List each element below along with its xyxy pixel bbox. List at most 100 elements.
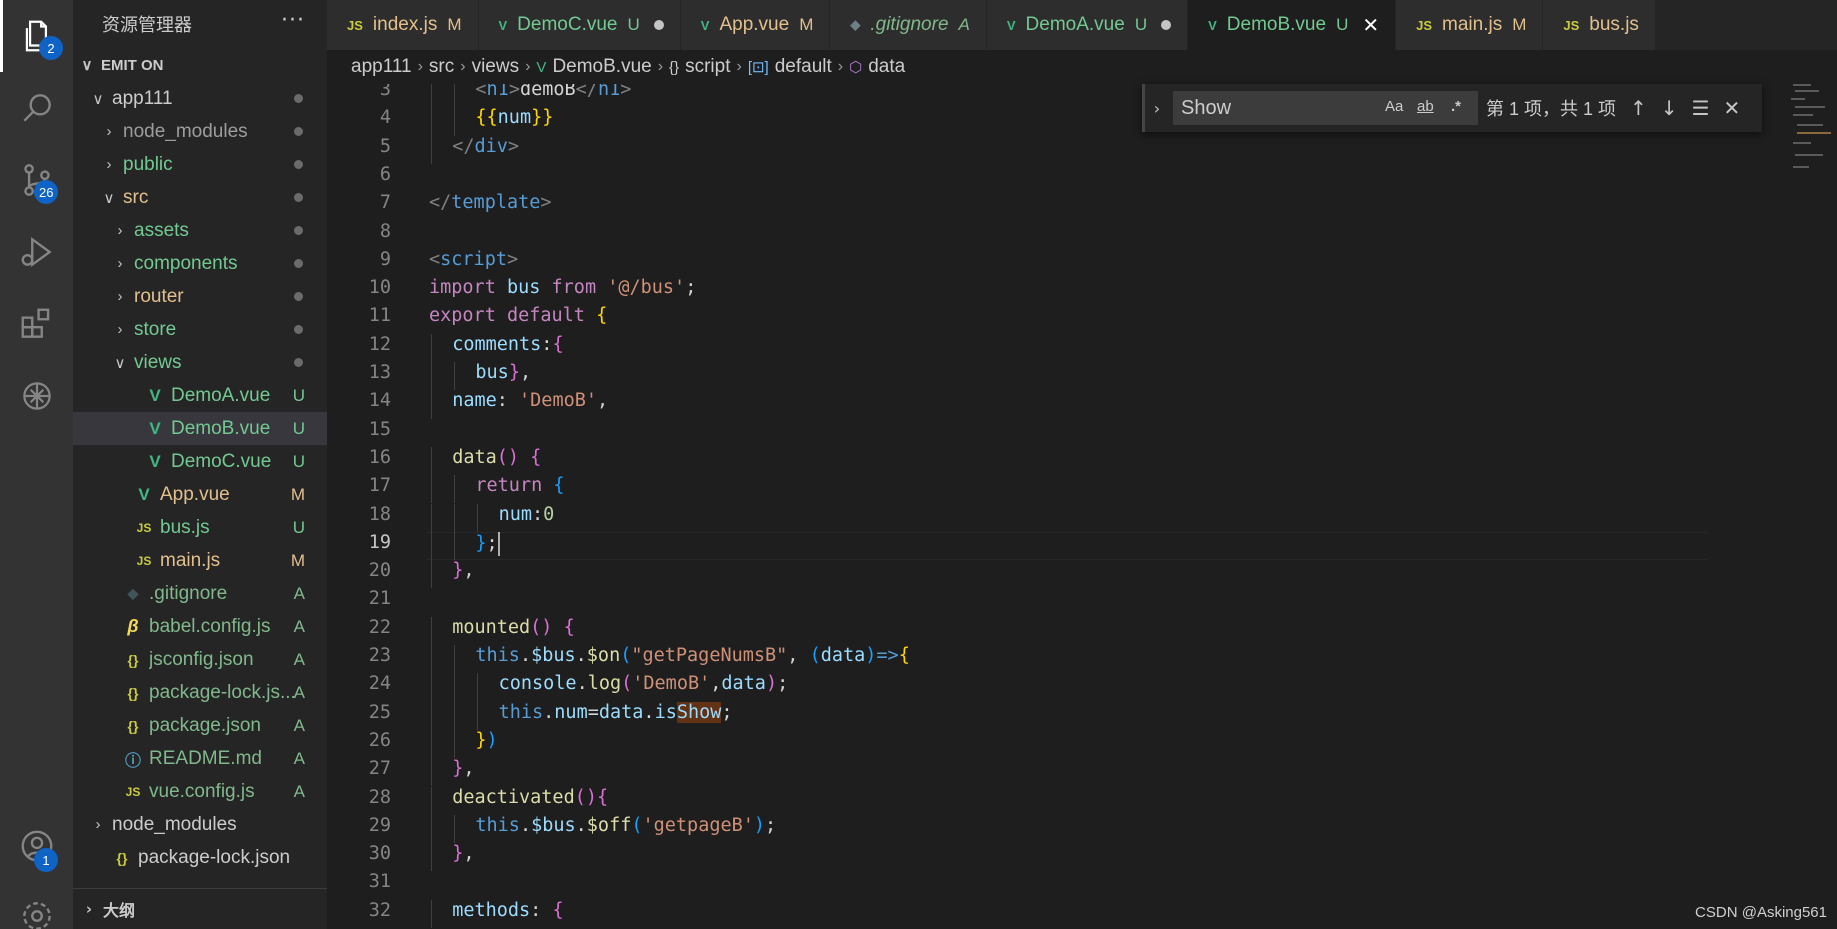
chevron-right-icon: › (106, 156, 112, 173)
code-token: => (876, 645, 899, 666)
tab-demoa-vue[interactable]: V DemoA.vue U (986, 0, 1189, 50)
close-find-icon[interactable]: ✕ (1724, 96, 1741, 120)
tree-item-label: jsconfig.json (149, 648, 254, 670)
file-row[interactable]: ·◆.gitignoreA (73, 577, 327, 610)
source-control-icon[interactable]: 26 (0, 144, 73, 216)
workspace-title: EMIT ON (101, 56, 164, 74)
find-input[interactable]: Show Aa ab .* (1173, 91, 1478, 125)
file-row[interactable]: ·VApp.vueM (73, 478, 327, 511)
file-row[interactable]: ·{}jsconfig.jsonA (73, 643, 327, 676)
match-case-icon[interactable]: Aa (1385, 98, 1403, 115)
unsaved-dot-icon[interactable] (653, 20, 664, 30)
accounts-icon[interactable]: 1 (0, 810, 73, 882)
editor-tabs: JS index.js M V DemoC.vue U V App.vue M ◆ .gitigno… (327, 0, 1837, 50)
code-token: ) (765, 673, 778, 695)
code-token: { (898, 645, 910, 666)
minimap[interactable] (1783, 84, 1837, 204)
tab-demob-vue[interactable]: V DemoB.vue U ✕ (1188, 0, 1397, 50)
settings-gear-icon[interactable] (0, 880, 73, 929)
file-row[interactable]: ·ⓘREADME.mdA (73, 742, 327, 775)
tree-item-label: bus.js (160, 516, 210, 538)
extensions-icon[interactable] (0, 288, 73, 360)
code-view[interactable]: 3 <h1>demoB</h1> 4 {{num}} 5 </div> 6 7 </templa… (327, 84, 1827, 929)
chatgpt-icon[interactable] (0, 360, 73, 432)
tree-item-label: package.json (149, 714, 261, 736)
js-file-icon: JS (1563, 17, 1580, 33)
folder-row[interactable]: › router (73, 280, 327, 313)
breadcrumb-symbol-icon: {} (669, 58, 680, 76)
code-token: , (519, 362, 532, 383)
breadcrumb-item[interactable]: default (775, 56, 832, 78)
tab-bus-js[interactable]: JS bus.js (1543, 0, 1656, 50)
indent-guide (454, 475, 456, 504)
folder-row[interactable]: ∨ app111 (73, 82, 327, 115)
chevron-right-icon: › (117, 255, 123, 272)
code-token: ; (685, 277, 697, 299)
indent-guide (454, 531, 456, 561)
breadcrumb-item[interactable]: script (685, 56, 730, 78)
folder-row[interactable]: › assets (73, 214, 327, 247)
code-line: comments:{ (452, 334, 563, 355)
indent-guide (431, 786, 432, 815)
breadcrumb-item[interactable]: DemoB.vue (552, 56, 651, 78)
file-row[interactable]: ·VDemoB.vueU (73, 412, 327, 445)
breadcrumb-item[interactable]: views (472, 56, 520, 78)
match-whole-word-icon[interactable]: ab (1417, 98, 1434, 115)
use-regex-icon[interactable]: .* (1451, 98, 1461, 115)
code-token: return (475, 475, 543, 497)
close-tab-icon[interactable]: ✕ (1362, 13, 1379, 38)
find-in-selection-icon[interactable]: ☰ (1692, 96, 1710, 120)
run-debug-icon[interactable] (0, 216, 73, 288)
folder-row[interactable]: ∨ views (73, 346, 327, 379)
tree-item-label: package-lock.js... (149, 681, 296, 703)
chevron-down-icon: ∨ (114, 354, 126, 372)
indent-guide (454, 701, 456, 730)
search-icon[interactable] (0, 72, 73, 144)
tab--gitignore[interactable]: ◆ .gitignore A (830, 0, 987, 50)
code-line: console.log('DemoB',data); (499, 673, 789, 694)
file-row[interactable]: ·{}package-lock.json (73, 841, 327, 874)
explorer-icon[interactable]: 2 (0, 0, 73, 72)
indent-guide (431, 899, 432, 928)
git-status-badge: U (292, 517, 305, 537)
more-actions-icon[interactable]: ··· (281, 8, 305, 33)
code-token: , (463, 560, 475, 582)
code-token: < (429, 248, 441, 270)
tab-app-vue[interactable]: V App.vue M (680, 0, 831, 50)
previous-match-icon[interactable]: ↑ (1630, 96, 1647, 120)
breadcrumb-item[interactable]: data (868, 56, 905, 78)
code-token: () (496, 446, 520, 468)
file-row[interactable]: ·VDemoC.vueU (73, 445, 327, 478)
tab-index-js[interactable]: JS index.js M (327, 0, 479, 50)
file-row[interactable]: ·{}package.jsonA (73, 709, 327, 742)
chevron-right-icon: › (95, 816, 101, 833)
toggle-replace-icon[interactable]: › (1145, 99, 1169, 118)
git-status-badge: A (293, 781, 305, 801)
breadcrumb-symbol-icon: [⊡] (747, 59, 769, 76)
tab-democ-vue[interactable]: V DemoC.vue U (478, 0, 681, 50)
breadcrumb-item[interactable]: app111 (351, 56, 412, 78)
next-match-icon[interactable]: ↓ (1661, 96, 1678, 120)
file-row[interactable]: ·VDemoA.vueU (73, 379, 327, 412)
file-row[interactable]: ·JSbus.jsU (73, 511, 327, 544)
file-row[interactable]: ·JSvue.config.jsA (73, 775, 327, 808)
folder-row[interactable]: › public (73, 148, 327, 181)
breadcrumb-item[interactable]: src (429, 56, 454, 78)
file-row[interactable]: ·{}package-lock.js...A (73, 676, 327, 709)
outline-section[interactable]: › 大纲 (73, 888, 327, 929)
file-row[interactable]: ·JSmain.jsM (73, 544, 327, 577)
code-token: </ (575, 84, 598, 100)
json-file-icon: {} (127, 684, 139, 701)
workspace-section[interactable]: ∨ EMIT ON (73, 48, 327, 82)
folder-row[interactable]: › store (73, 313, 327, 346)
folder-row[interactable]: › node_modules (73, 115, 327, 148)
folder-row[interactable]: ∨ src (73, 181, 327, 214)
folder-row[interactable]: › node_modules (73, 808, 327, 841)
file-row[interactable]: ·βbabel.config.jsA (73, 610, 327, 643)
tab-main-js[interactable]: JS main.js M (1396, 0, 1544, 50)
folder-row[interactable]: › components (73, 247, 327, 280)
unsaved-dot-icon[interactable] (1161, 20, 1172, 30)
